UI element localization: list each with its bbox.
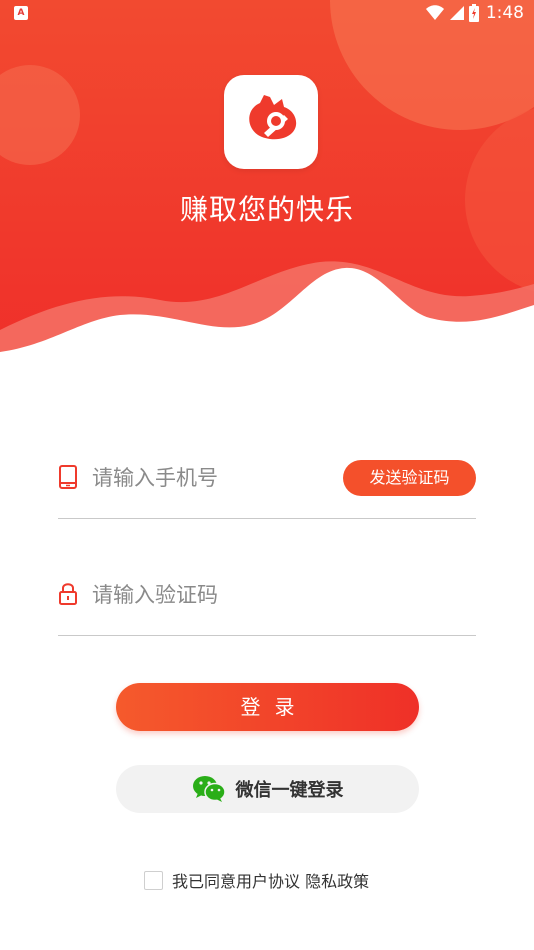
header-background (0, 0, 534, 360)
agreement-row: 我已同意用户协议 隐私政策 (144, 868, 369, 892)
battery-icon (468, 4, 479, 22)
app-logo-icon (249, 95, 297, 140)
phone-icon (59, 465, 77, 489)
wechat-icon (192, 776, 226, 802)
code-input[interactable] (92, 577, 332, 613)
wechat-login-label: 微信一键登录 (235, 780, 344, 801)
agreement-checkbox[interactable] (144, 870, 163, 890)
notification-icon: A (14, 6, 28, 20)
status-bar: A 1:48 (0, 0, 534, 28)
wifi-icon (425, 5, 444, 20)
status-right: 1:48 (425, 3, 524, 23)
header-banner: A 1:48 赚取您的快乐 (0, 0, 534, 360)
code-field (58, 577, 476, 636)
phone-field: 发送验证码 (58, 460, 476, 519)
send-code-button[interactable]: 发送验证码 (343, 460, 476, 496)
agreement-text[interactable]: 我已同意用户协议 隐私政策 (172, 868, 369, 892)
app-logo (224, 75, 318, 169)
signal-icon (449, 6, 464, 20)
wechat-login-button[interactable]: 微信一键登录 (116, 765, 419, 813)
lock-icon (59, 583, 77, 605)
login-button[interactable]: 登录 (116, 683, 419, 731)
phone-input[interactable] (92, 460, 332, 496)
slogan: 赚取您的快乐 (179, 193, 354, 226)
status-time: 1:48 (485, 3, 524, 23)
